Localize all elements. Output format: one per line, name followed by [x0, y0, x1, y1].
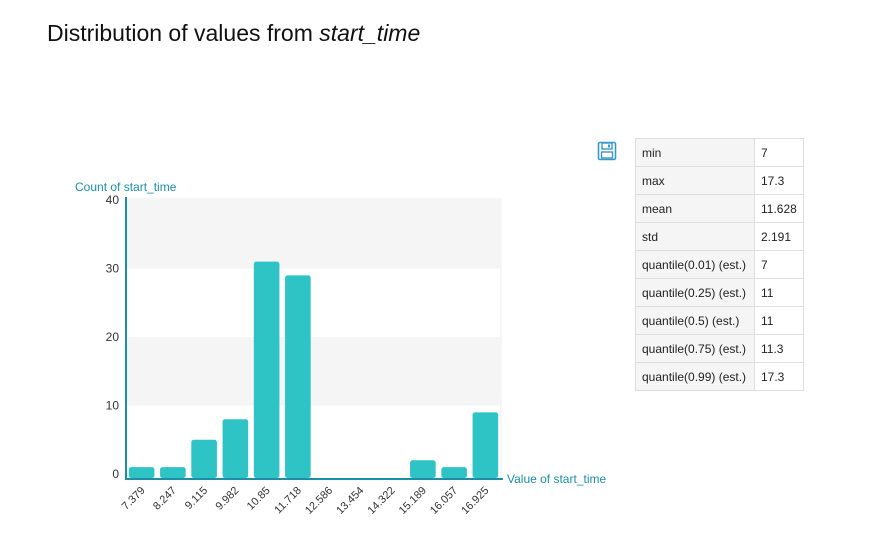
x-tick-label: 13.454: [334, 485, 366, 517]
stat-label: min: [635, 138, 755, 167]
x-tick-label: 7.379: [120, 485, 148, 513]
stat-value: 7: [754, 138, 804, 167]
stat-value: 11: [754, 278, 804, 307]
x-tick-label: 14.322: [365, 485, 397, 517]
grid-band: [126, 337, 501, 406]
stats-row: quantile(0.01) (est.) 7: [635, 250, 804, 279]
stat-value: 17.3: [754, 362, 804, 391]
stat-label: max: [635, 166, 755, 195]
stats-row: quantile(0.5) (est.) 11: [635, 306, 804, 335]
bar: [410, 460, 436, 478]
bar: [160, 467, 186, 478]
y-tick-label: 0: [112, 467, 119, 481]
x-axis-ticks: 7.379 8.247 9.115 9.982 10.85 11.71812.58613.…: [120, 485, 492, 517]
stat-label: quantile(0.75) (est.): [635, 334, 755, 363]
stats-row: min 7: [635, 138, 804, 167]
stat-value: 2.191: [754, 222, 804, 251]
x-tick-label: 16.057: [428, 485, 460, 517]
stat-label: quantile(0.5) (est.): [635, 306, 755, 335]
stat-label: quantile(0.01) (est.): [635, 250, 755, 279]
stat-value: 17.3: [754, 166, 804, 195]
x-axis-label: Value of start_time: [507, 472, 606, 486]
bar: [441, 467, 467, 478]
grid-bands: [125, 198, 502, 480]
stat-value: 7: [754, 250, 804, 279]
y-axis-ticks: 0 10 20 30 40: [106, 193, 120, 481]
x-tick-label: 10.85: [245, 485, 273, 513]
stat-value: 11: [754, 306, 804, 335]
bar: [222, 419, 249, 478]
x-tick-label: 8.247: [151, 485, 179, 513]
floppy-disk-icon: [597, 141, 617, 161]
x-tick-label: 12.586: [303, 485, 335, 517]
y-tick-label: 40: [106, 193, 120, 207]
stats-row: quantile(0.25) (est.) 11: [635, 278, 804, 307]
y-tick-label: 20: [106, 330, 120, 344]
bar: [285, 275, 311, 478]
bar: [128, 467, 155, 478]
stat-label: quantile(0.99) (est.): [635, 362, 755, 391]
stats-row: quantile(0.75) (est.) 11.3: [635, 334, 804, 363]
stat-value: 11.3: [754, 334, 804, 363]
y-tick-label: 10: [106, 399, 120, 413]
stats-row: std 2.191: [635, 222, 804, 251]
stat-label: mean: [635, 194, 755, 223]
stats-table: min 7 max 17.3 mean 11.628 std 2.191 quantile(0.…: [635, 138, 804, 391]
y-axis-label: Count of start_time: [75, 180, 177, 194]
stats-row: quantile(0.99) (est.) 17.3: [635, 362, 804, 391]
stat-label: quantile(0.25) (est.): [635, 278, 755, 307]
x-tick-label: 9.982: [214, 485, 242, 513]
grid-band: [126, 200, 501, 269]
stat-value: 11.628: [754, 194, 804, 223]
save-button[interactable]: [597, 141, 617, 161]
bar: [472, 412, 499, 478]
x-tick-label: 15.189: [397, 485, 429, 517]
x-tick-label: 9.115: [183, 485, 210, 512]
stat-label: std: [635, 222, 755, 251]
x-tick-label: 11.718: [272, 485, 304, 517]
stats-row: mean 11.628: [635, 194, 804, 223]
y-tick-label: 30: [106, 262, 120, 276]
stats-row: max 17.3: [635, 166, 804, 195]
bar: [191, 439, 217, 478]
x-tick-label: 16.925: [459, 485, 491, 517]
bar: [253, 261, 280, 478]
